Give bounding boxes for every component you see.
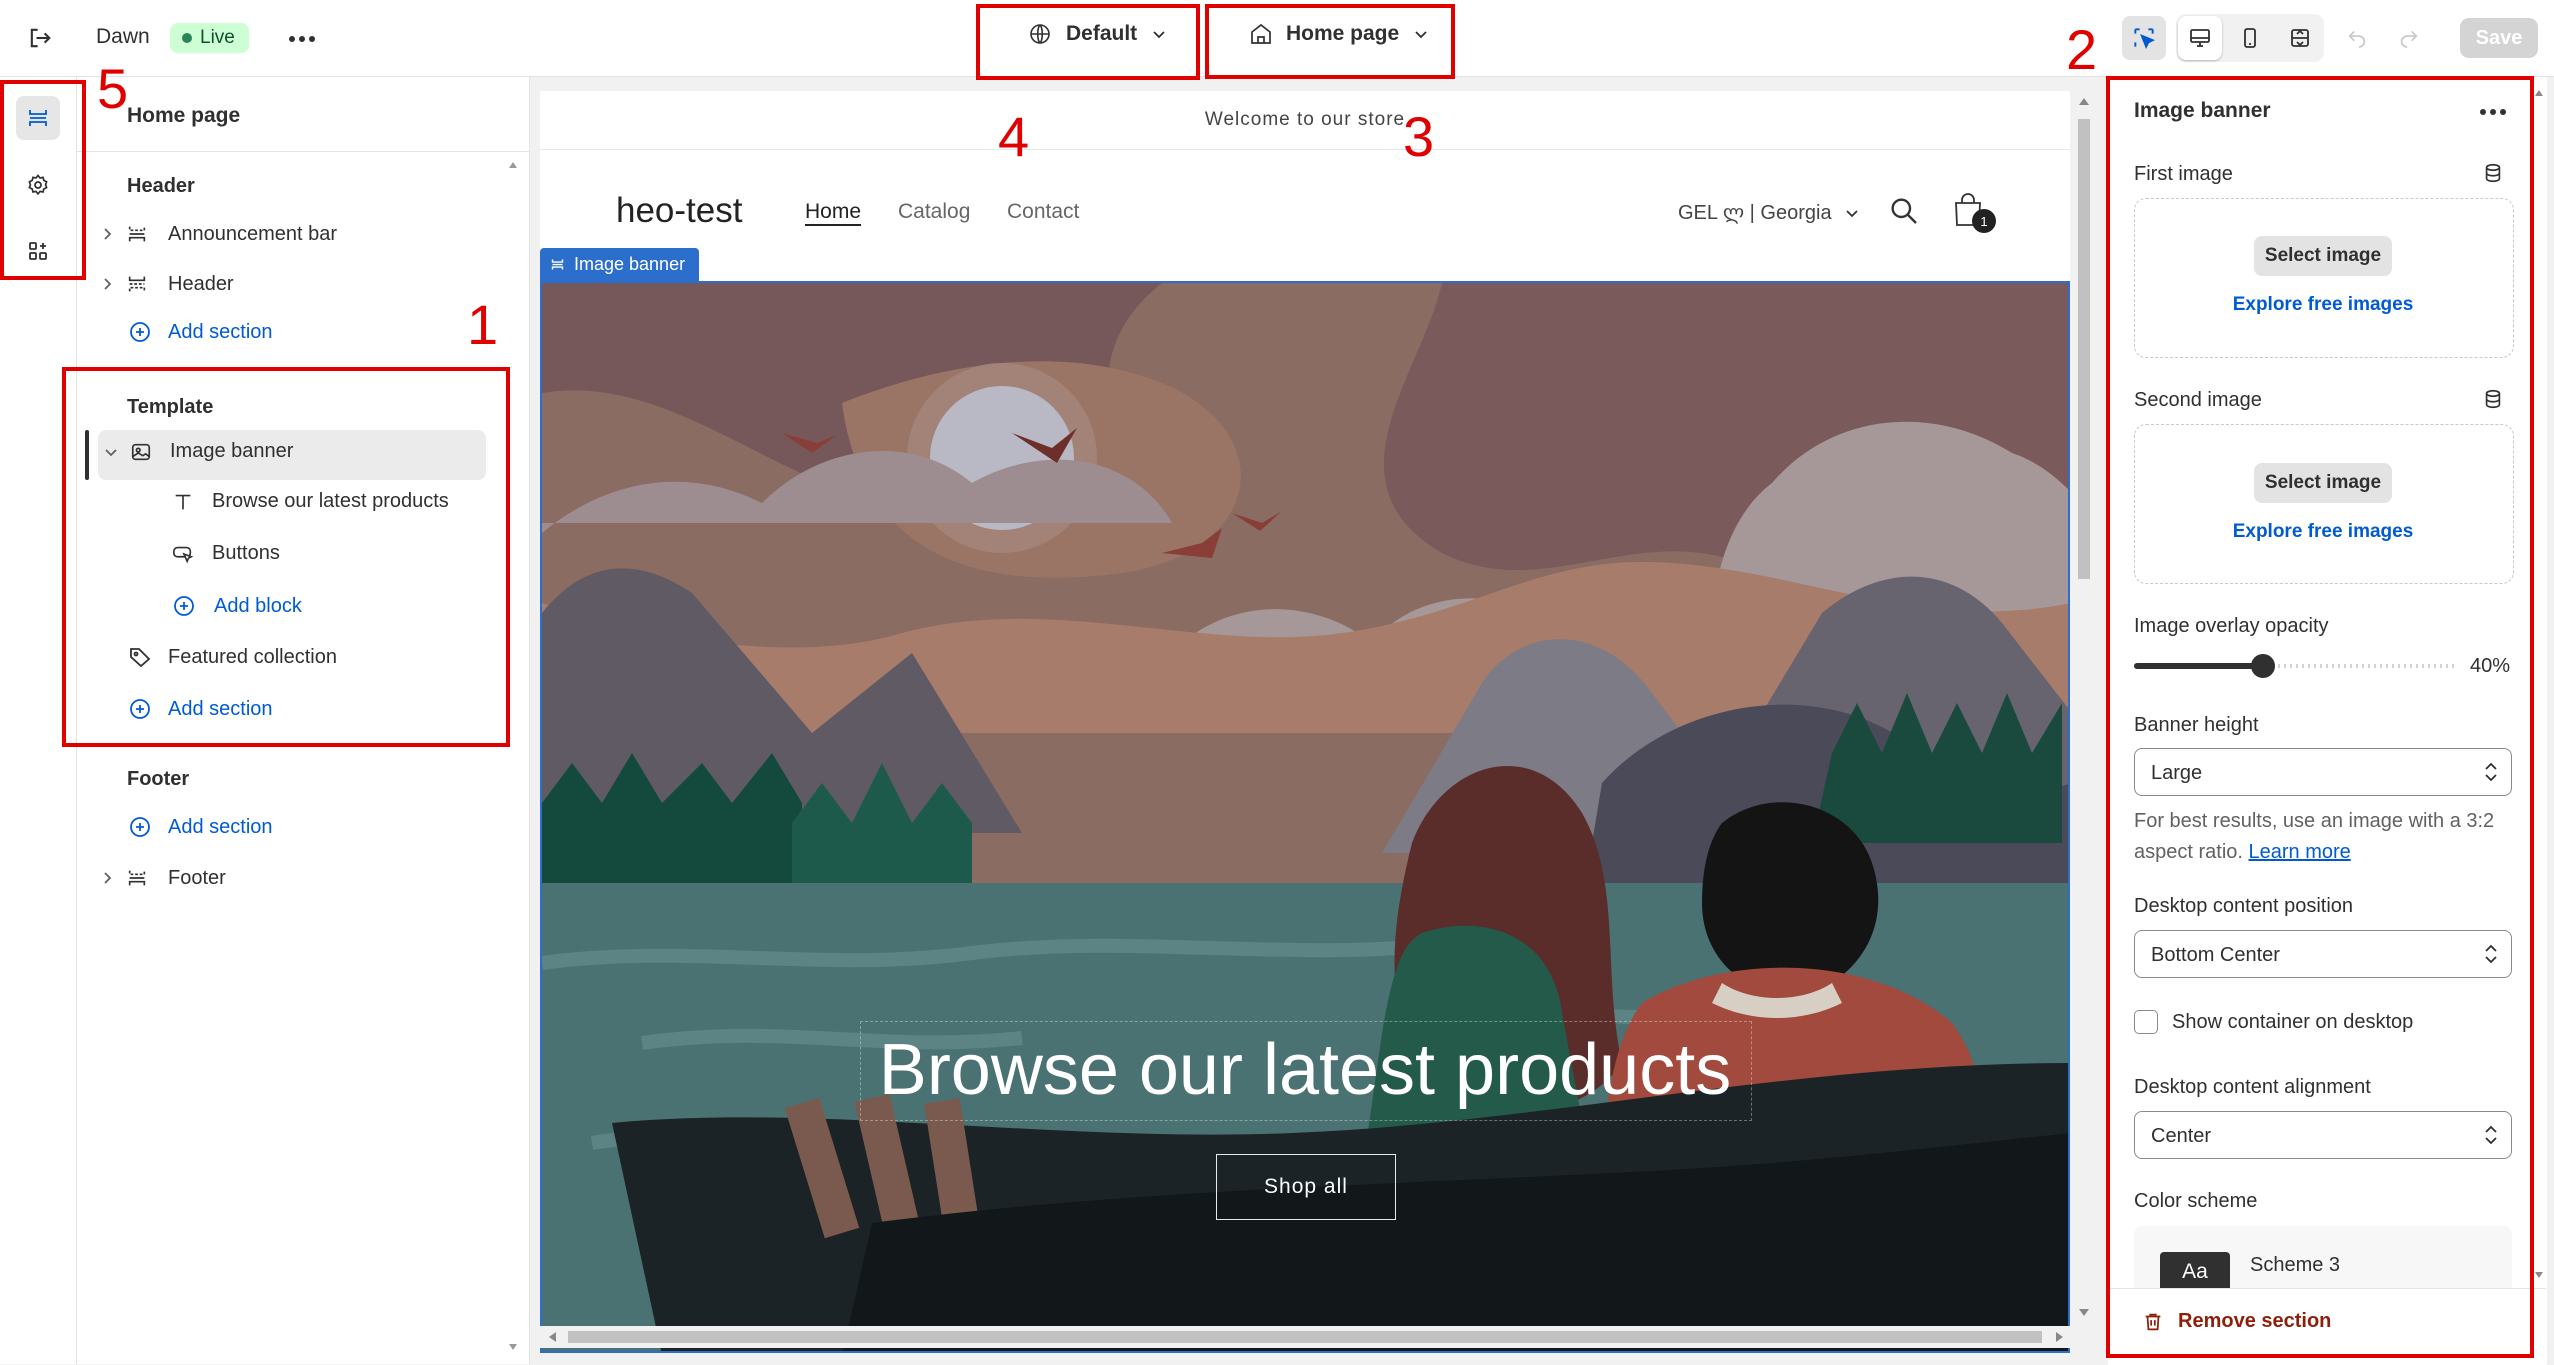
select-cursor-icon — [2131, 25, 2157, 51]
chevron-right-icon[interactable] — [100, 227, 126, 241]
panel-scrollbar[interactable] — [506, 156, 520, 1356]
section-label: Announcement bar — [168, 222, 338, 245]
store-nav-catalog[interactable]: Catalog — [898, 200, 970, 224]
plus-circle-icon — [128, 320, 152, 344]
save-button[interactable]: Save — [2460, 18, 2538, 58]
more-options-icon[interactable] — [288, 35, 316, 43]
currency-selector[interactable]: GEL ლ | Georgia — [1678, 200, 1860, 225]
store-name: Dawn — [96, 25, 150, 48]
scroll-thumb[interactable] — [2078, 119, 2090, 579]
add-section-button[interactable]: Add section — [128, 815, 273, 839]
banner-heading[interactable]: Browse our latest products — [840, 1029, 1770, 1111]
live-badge: Live — [170, 23, 249, 53]
mobile-icon — [2238, 26, 2262, 50]
exit-icon[interactable] — [26, 24, 54, 52]
section-label: Footer — [168, 866, 226, 889]
section-row-footer[interactable]: Footer — [100, 862, 490, 894]
inspector-toggle-button[interactable] — [2122, 16, 2166, 60]
undo-icon[interactable] — [2346, 26, 2368, 48]
shop-all-button[interactable]: Shop all — [1216, 1154, 1396, 1220]
store-preview: Welcome to our store heo-test Home Catal… — [540, 91, 2070, 1353]
desktop-view-button[interactable] — [2178, 16, 2222, 60]
chevron-right-icon[interactable] — [100, 277, 126, 291]
section-layout-icon — [126, 223, 168, 245]
store-nav-contact[interactable]: Contact — [1007, 200, 1079, 224]
mobile-view-button[interactable] — [2228, 16, 2272, 60]
section-label: Header — [168, 272, 234, 295]
page-title: Home page — [127, 104, 241, 127]
section-tag-icon — [550, 257, 565, 272]
annotation-number: 2 — [2066, 18, 2098, 81]
section-row-header[interactable]: Header — [100, 268, 490, 300]
add-section-label: Add section — [168, 815, 273, 838]
scroll-thumb[interactable] — [568, 1331, 2042, 1343]
currency-label: GEL ლ | Georgia — [1678, 202, 1832, 224]
desktop-icon — [2188, 26, 2212, 50]
annotation-box-left-rail — [0, 80, 86, 280]
section-layout-icon — [126, 867, 168, 889]
header-group-title: Header — [127, 175, 195, 197]
store-logo[interactable]: heo-test — [616, 191, 742, 231]
store-nav-home[interactable]: Home — [805, 200, 861, 224]
announcement-bar: Welcome to our store — [540, 91, 2070, 150]
plus-circle-icon — [128, 815, 152, 839]
settings-scrollbar[interactable] — [2532, 84, 2546, 1284]
annotation-number: 5 — [97, 57, 129, 120]
expand-icon — [2288, 26, 2312, 50]
annotation-box-page-selector — [1205, 4, 1455, 79]
chevron-right-icon[interactable] — [100, 871, 126, 885]
redo-icon[interactable] — [2398, 26, 2420, 48]
annotation-number: 4 — [998, 105, 1030, 168]
section-row-announcement-bar[interactable]: Announcement bar — [100, 218, 490, 250]
add-section-button[interactable]: Add section — [128, 320, 273, 344]
preview-vertical-scrollbar[interactable] — [2074, 91, 2094, 1329]
section-layout-icon — [126, 273, 168, 295]
section-tag[interactable]: Image banner — [540, 248, 700, 281]
preview-horizontal-scrollbar[interactable] — [540, 1326, 2074, 1348]
add-section-label: Add section — [168, 320, 273, 343]
search-icon[interactable] — [1888, 195, 1920, 227]
annotation-number: 1 — [467, 293, 499, 356]
annotation-number: 3 — [1403, 105, 1435, 168]
announcement-text: Welcome to our store — [1204, 109, 1406, 130]
fullscreen-view-button[interactable] — [2278, 16, 2322, 60]
section-tag-label: Image banner — [574, 254, 686, 274]
annotation-box-theme-selector — [976, 4, 1200, 80]
chevron-down-icon — [1844, 205, 1860, 221]
annotation-box-settings-panel — [2106, 76, 2534, 1358]
footer-group-title: Footer — [127, 768, 190, 790]
annotation-box-sections-tree — [62, 367, 510, 747]
panel-divider — [77, 151, 529, 152]
cart-count-badge: 1 — [1972, 209, 1996, 233]
